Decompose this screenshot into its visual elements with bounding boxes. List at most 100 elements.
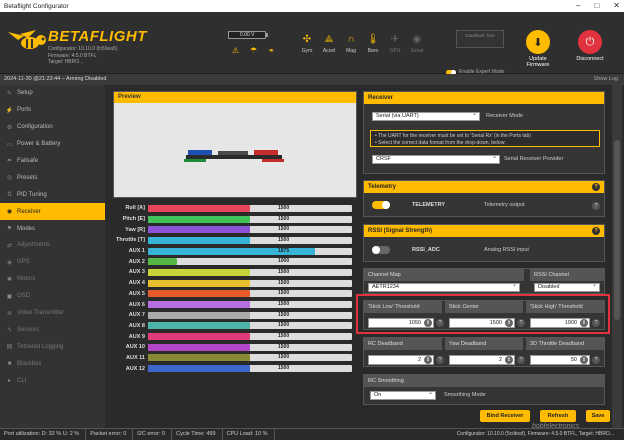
sidebar-item-sensors[interactable]: ∿ Sensors	[0, 321, 105, 338]
sidebar-item-cli[interactable]: ▸ CLI	[0, 372, 105, 389]
channel-map-title: Channel Map	[364, 269, 524, 281]
channel-row: AUX 3 1500	[113, 267, 357, 278]
update-firmware-button[interactable]: ⬇ Update Firmware	[520, 30, 556, 68]
refresh-button[interactable]: Refresh	[540, 410, 576, 422]
battery-voltage: 0.00 V	[240, 32, 255, 38]
channel-bar: 1500	[148, 301, 352, 309]
quad-model-icon	[184, 150, 284, 162]
channel-row: AUX 7 1500	[113, 310, 357, 321]
channel-bar: 1500	[148, 226, 352, 234]
channel-row: AUX 2 1000	[113, 256, 357, 267]
receiver-panel: Receiver Serial (via UART) Receiver Mode…	[363, 91, 605, 174]
channel-bar: 1500	[148, 343, 352, 351]
channel-bar-fill	[148, 365, 250, 373]
sidebar-item-tethered-logging[interactable]: ▤ Tethered Logging	[0, 338, 105, 355]
save-button[interactable]: Save	[586, 410, 610, 422]
cli-icon: ▸	[7, 378, 11, 385]
channel-label: AUX 4	[128, 280, 145, 287]
rssi-channel-select[interactable]: Disabled	[534, 282, 600, 292]
stepper-icon[interactable]: ⇕	[505, 356, 513, 364]
receiver-mode-select[interactable]: Serial (via UART)	[372, 111, 480, 121]
rc-deadband-help-icon[interactable]: ?	[436, 356, 444, 364]
minimize-icon[interactable]: –	[576, 1, 580, 10]
sensor-accel: ⟁ Accel	[318, 30, 340, 68]
channel-label: AUX 9	[128, 333, 145, 340]
brand-name: BETAFLIGHT	[48, 28, 147, 45]
rc-deadband-input[interactable]: 2 ⇕	[368, 355, 434, 365]
configurator-info: Configurator: 10.10.0 (5c/deaf), Firmwar…	[456, 431, 614, 437]
channel-bar-fill	[148, 301, 250, 309]
receiver-note: • The UART for the receiver must be set …	[370, 130, 600, 147]
disconnect-button[interactable]: ⏻ Disconnect	[572, 30, 608, 62]
channel-value: 1500	[278, 215, 290, 222]
channel-value: 1500	[278, 354, 290, 361]
log-text: 2024-11-30 @21:23:44 – Arming Disabled	[4, 76, 107, 82]
bind-receiver-button[interactable]: Bind Receiver	[480, 410, 530, 422]
sidebar-item-setup[interactable]: ✎ Setup	[0, 85, 105, 102]
maximize-icon[interactable]: □	[594, 1, 599, 10]
header: BETAFLIGHT Configurator: 10.10.0 (fc60ea…	[0, 12, 624, 75]
telemetry-help-icon[interactable]: ?	[592, 202, 600, 210]
channel-row: AUX 10 1500	[113, 342, 357, 353]
deadbands-panel: RC Deadband Yaw Deadband 3D Throttle Dea…	[363, 337, 605, 367]
channel-bars: Roll [A] 1500 Pitch [E] 1500 Yaw [R] 1500 Thro…	[113, 203, 357, 374]
channel-value: 1000	[278, 258, 290, 265]
rssi-adc-toggle[interactable]	[372, 246, 390, 254]
help-icon[interactable]: ?	[592, 183, 600, 191]
channel-map-select[interactable]: AETR1234	[368, 282, 520, 292]
smoothing-mode-label: Smoothing Mode	[444, 392, 486, 398]
channel-label: AUX 1	[128, 248, 145, 255]
link-icon: ⚭	[268, 46, 275, 55]
channel-label: AUX 6	[128, 301, 145, 308]
scrollbar-thumb[interactable]	[614, 140, 620, 320]
sidebar-item-modes[interactable]: ⚑ Modes	[0, 220, 105, 237]
sidebar-item-gps[interactable]: ◈ GPS	[0, 254, 105, 271]
sidebar-item-presets[interactable]: ◎ Presets	[0, 169, 105, 186]
channel-bar: 1500	[148, 268, 352, 276]
sidebar-item-osd[interactable]: ▣ OSD	[0, 288, 105, 305]
sidebar-item-video-transmitter[interactable]: ≋ Video Transmitter	[0, 305, 105, 322]
channel-bar: 1500	[148, 311, 352, 319]
throttle-deadband-help-icon[interactable]: ?	[592, 356, 600, 364]
channel-value: 1500	[278, 343, 290, 350]
sidebar-item-power-battery[interactable]: ▭ Power & Battery	[0, 136, 105, 153]
port-utilization: Port utilization: D: 32 % U: 2 %	[4, 429, 87, 440]
cycle-time: Cycle Time: 499	[176, 429, 223, 440]
sidebar-item-failsafe[interactable]: ☂ Failsafe	[0, 153, 105, 170]
close-icon[interactable]: ✕	[613, 1, 620, 10]
receiver-mode-label: Receiver Mode	[486, 113, 523, 119]
channel-bar: 1500	[148, 322, 352, 330]
throttle-deadband-input[interactable]: 50 ⇕	[530, 355, 590, 365]
channel-bar: 1875	[148, 247, 352, 255]
sidebar-item-ports[interactable]: ⚡ Ports	[0, 102, 105, 119]
sidebar-item-receiver[interactable]: ◉ Receiver	[0, 203, 105, 221]
channel-value: 1500	[278, 226, 290, 233]
show-log-link[interactable]: Show Log	[594, 74, 618, 85]
sidebar-item-configuration[interactable]: ⚙ Configuration	[0, 119, 105, 136]
throttle-deadband-title: 3D Throttle Deadband	[526, 338, 604, 350]
channel-row: Yaw [R] 1500	[113, 224, 357, 235]
sidebar-item-adjustments[interactable]: ⇄ Adjustments	[0, 237, 105, 254]
channel-value: 1500	[278, 236, 290, 243]
dataflash-indicator: Dataflash: free	[456, 30, 504, 48]
telemetry-title: Telemetry?	[364, 181, 604, 193]
serial-provider-select[interactable]: CRSF	[372, 154, 500, 164]
channel-label: AUX 10	[125, 344, 145, 351]
presets-icon: ◎	[6, 175, 13, 182]
telemetry-toggle[interactable]	[372, 201, 390, 209]
gps-icon: ◈	[7, 259, 12, 266]
version-info: Configurator: 10.10.0 (fc60ea5) Firmware…	[48, 46, 118, 65]
sidebar-item-pid-tuning[interactable]: ⇅ PID Tuning	[0, 186, 105, 203]
yaw-deadband-input[interactable]: 2 ⇕	[449, 355, 515, 365]
sidebar-item-blackbox[interactable]: ■ Blackbox	[0, 355, 105, 372]
channel-bar: 1500	[148, 290, 352, 298]
channel-row: AUX 4 1500	[113, 278, 357, 289]
stepper-icon[interactable]: ⇕	[424, 356, 432, 364]
stepper-icon[interactable]: ⇕	[580, 356, 588, 364]
rssi-help-icon[interactable]: ?	[592, 227, 600, 235]
smoothing-mode-select[interactable]: On	[370, 390, 436, 400]
channel-bar: 1500	[148, 333, 352, 341]
wrench-icon: ✎	[6, 90, 13, 97]
sidebar-item-motors[interactable]: ✱ Motors	[0, 271, 105, 288]
yaw-deadband-help-icon[interactable]: ?	[517, 356, 525, 364]
